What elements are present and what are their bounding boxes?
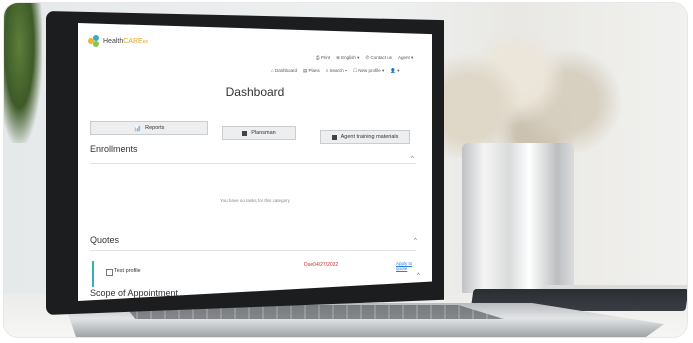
- quotes-divider: [90, 250, 416, 251]
- enrollments-title: Enrollments: [90, 144, 138, 154]
- plansman-button[interactable]: Plansman: [222, 126, 296, 140]
- background-plant: [4, 3, 42, 143]
- nav-search[interactable]: ⌕ Search ▾: [326, 68, 347, 74]
- app-logo[interactable]: HealthCAREex: [88, 35, 148, 47]
- language-select[interactable]: ⊕ English ▾: [336, 55, 359, 61]
- book-icon: [331, 134, 337, 140]
- quote-name: Test profile: [114, 268, 141, 274]
- logo-icon: [88, 35, 100, 47]
- quote-due-date: Due04/27/2022: [304, 262, 339, 268]
- nav-dashboard[interactable]: ⌂ Dashboard: [271, 68, 297, 74]
- quotes-title: Quotes: [90, 235, 120, 245]
- laptop-screen: HealthCAREex ⎙ Print ⊕ English ▾ ✆ Conta…: [78, 23, 432, 301]
- enrollments-empty-text: You have no tasks for this category: [220, 198, 290, 203]
- print-link[interactable]: ⎙ Print: [316, 55, 330, 61]
- account-icon[interactable]: 👤 ▾: [390, 68, 399, 74]
- secondary-nav: ⌂ Dashboard ▤ Plans ⌕ Search ▾ ☐ New pro…: [271, 68, 399, 74]
- top-nav: ⎙ Print ⊕ English ▾ ✆ Contact us Agent ▾: [316, 55, 413, 61]
- page-title: Dashboard: [225, 85, 285, 99]
- apply-to-quote-link[interactable]: Apply to quote: [396, 261, 414, 271]
- contact-link[interactable]: ✆ Contact us: [365, 55, 392, 61]
- enrollments-divider: [90, 163, 416, 164]
- scope-collapse-icon[interactable]: ^: [417, 273, 420, 279]
- document-icon: [242, 130, 248, 136]
- background-vase: [462, 143, 574, 303]
- photo-frame: HealthCAREex ⎙ Print ⊕ English ▾ ✆ Conta…: [4, 3, 687, 337]
- background-flowers: [429, 33, 624, 158]
- agent-training-button[interactable]: Agent training materials: [320, 130, 410, 144]
- logo-text: HealthCAREex: [103, 37, 148, 45]
- quote-checkbox[interactable]: [106, 269, 113, 276]
- quotes-collapse-icon[interactable]: ^: [414, 238, 417, 244]
- nav-new-profile[interactable]: ☐ New profile ▾: [353, 68, 384, 74]
- enrollments-collapse-icon[interactable]: ^: [411, 156, 414, 162]
- bar-chart-icon: 📊: [133, 125, 142, 132]
- nav-plans[interactable]: ▤ Plans: [303, 68, 320, 74]
- quote-row[interactable]: Test profile Due04/27/2022 Apply to quot…: [92, 261, 414, 287]
- user-menu[interactable]: Agent ▾: [398, 55, 413, 61]
- reports-button[interactable]: 📊 Reports: [90, 121, 208, 135]
